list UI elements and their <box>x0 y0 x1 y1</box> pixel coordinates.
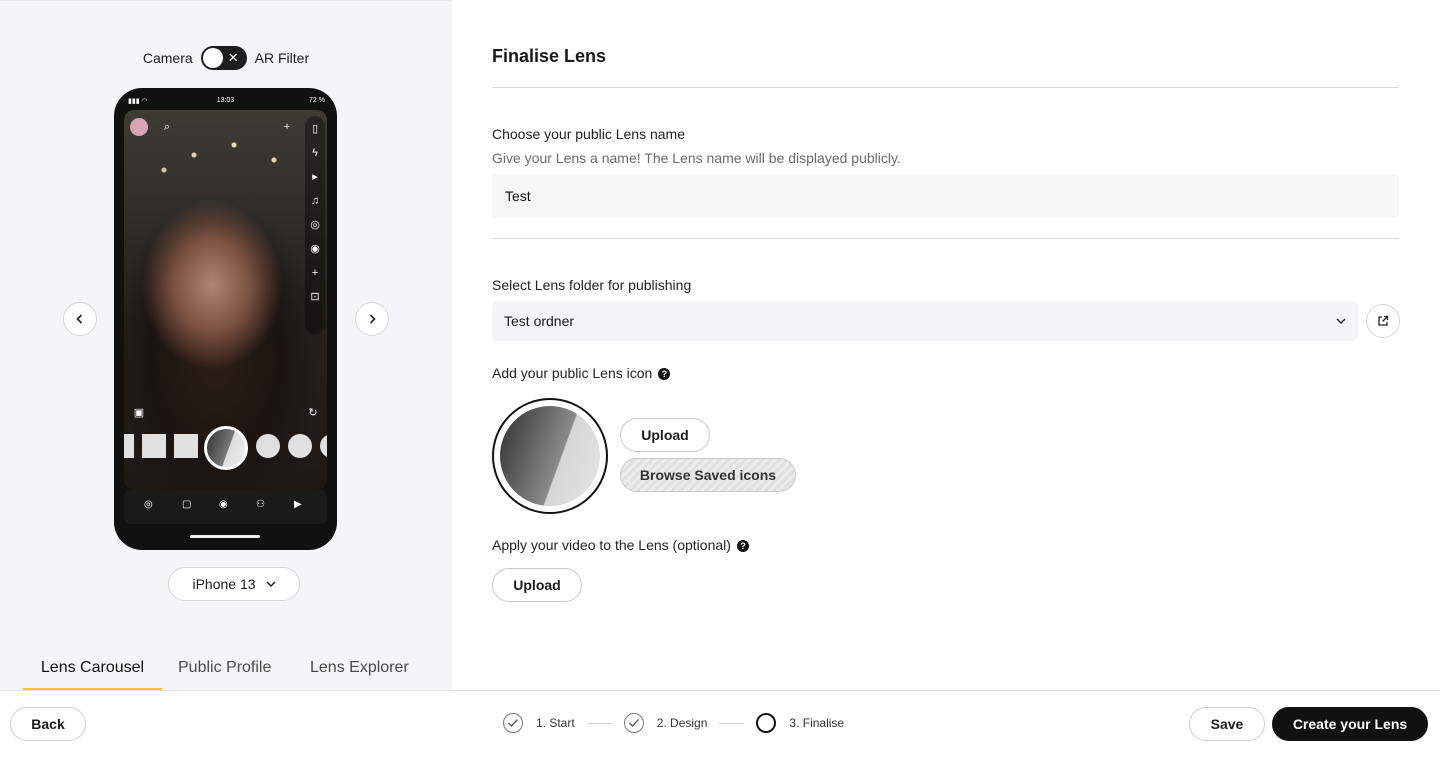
progress-steps: 1. Start 2. Design 3. Finalise <box>503 712 844 734</box>
divider <box>492 87 1399 88</box>
folder-label: Select Lens folder for publishing <box>492 277 692 293</box>
bitmoji-avatar <box>130 118 148 136</box>
status-battery: 72 % <box>309 97 325 104</box>
lens-name-help: Give your Lens a name! The Lens name wil… <box>492 150 901 166</box>
upload-icon-button[interactable]: Upload <box>620 418 710 452</box>
spotlight-icon: ▶ <box>294 499 302 510</box>
question-circle-icon[interactable]: ? <box>658 368 671 380</box>
step-finalise-circle <box>756 713 777 733</box>
device-select[interactable]: iPhone 13 <box>168 567 300 601</box>
step-start-check <box>503 713 523 733</box>
step-label-design: 2. Design <box>656 716 708 730</box>
carousel-item <box>174 434 198 458</box>
add-friend-icon: + <box>283 121 291 133</box>
upload-video-button[interactable]: Upload <box>492 568 582 602</box>
tab-lens-carousel[interactable]: Lens Carousel <box>23 659 162 691</box>
lens-icon: ◉ <box>310 243 320 255</box>
stories-icon: ⚇ <box>256 499 265 510</box>
save-button[interactable]: Save <box>1189 707 1265 741</box>
carousel-item <box>142 434 166 458</box>
preview-tabs: Lens Carousel Public Profile Lens Explor… <box>0 651 452 691</box>
footer-bar: Back 1. Start 2. Design 3. Finalise Save… <box>0 690 1440 766</box>
status-time: 13:03 <box>216 97 235 104</box>
lens-name-label: Choose your public Lens name <box>492 126 686 142</box>
switch-knob <box>202 48 223 68</box>
divider <box>492 238 1399 239</box>
camera-tools-bar: ▯ ϟ ▸ ♫ ◎ ◉ + ⊡ <box>305 116 325 334</box>
phone-bottom-nav: ◎ ▢ ◉ ⚇ ▶ <box>124 490 327 524</box>
dual-camera-icon: ◎ <box>310 219 320 231</box>
tab-lens-explorer[interactable]: Lens Explorer <box>310 659 409 691</box>
carousel-item <box>256 434 280 458</box>
check-icon <box>628 719 639 727</box>
music-icon: ♫ <box>310 195 320 207</box>
camera-view: ⌕ + ▯ ϟ ▸ ♫ ◎ ◉ + ⊡ ▣ ↻ <box>124 110 327 490</box>
close-icon: ✕ <box>227 50 239 65</box>
video-label-text: Apply your video to the Lens (optional) <box>492 537 731 553</box>
tab-public-profile[interactable]: Public Profile <box>178 659 271 691</box>
camera-icon: ◉ <box>219 499 228 510</box>
device-label: iPhone 13 <box>192 576 256 592</box>
preview-panel: Camera ✕ AR Filter ▮▮▮ ◠ 13:03 72 % ⌕ + … <box>0 0 452 691</box>
folder-select[interactable]: Test ordner <box>492 301 1358 341</box>
check-icon <box>508 719 518 727</box>
chevron-down-icon <box>1336 318 1346 325</box>
flip-camera-icon: ▯ <box>311 123 319 135</box>
phone-preview: ▮▮▮ ◠ 13:03 72 % ⌕ + ▯ ϟ ▸ ♫ ◎ ◉ + ⊡ ▣ ↻ <box>114 88 337 550</box>
lens-icon-preview <box>492 398 608 514</box>
back-button[interactable]: Back <box>10 707 86 741</box>
step-connector <box>586 722 612 724</box>
plus-icon: + <box>311 267 319 279</box>
chat-icon: ▢ <box>182 499 192 510</box>
video-label: Apply your video to the Lens (optional)? <box>492 537 749 553</box>
chevron-left-icon <box>76 314 83 324</box>
prev-device-button[interactable] <box>63 302 97 336</box>
create-lens-button[interactable]: Create your Lens <box>1272 707 1428 741</box>
mode-switch[interactable]: ✕ <box>200 46 247 70</box>
camera-ar-toggle: Camera ✕ AR Filter <box>0 46 452 70</box>
memories-icon: ▣ <box>133 407 145 419</box>
lens-name-input[interactable]: Test <box>492 174 1399 218</box>
browse-saved-icons-button[interactable]: Browse Saved icons <box>620 458 796 492</box>
carousel-item <box>288 434 312 458</box>
active-lens <box>204 426 248 470</box>
video-icon: ▸ <box>312 171 318 183</box>
step-label-finalise: 3. Finalise <box>789 716 845 730</box>
lens-icon-image <box>500 406 600 506</box>
home-indicator <box>190 535 260 538</box>
step-design-check <box>623 713 644 733</box>
search-icon: ⌕ <box>163 121 171 133</box>
lens-icon-label: Add your public Lens icon? <box>492 365 671 381</box>
page-title: Finalise Lens <box>492 46 607 66</box>
step-label-start: 1. Start <box>536 716 575 730</box>
refresh-icon: ↻ <box>308 407 318 419</box>
next-device-button[interactable] <box>355 302 389 336</box>
carousel-item <box>124 434 134 458</box>
lens-icon-label-text: Add your public Lens icon <box>492 365 653 381</box>
toggle-label-camera: Camera <box>142 50 193 66</box>
step-connector <box>719 722 745 724</box>
carousel-item <box>320 434 327 458</box>
phone-status-bar: ▮▮▮ ◠ 13:03 72 % <box>114 97 337 109</box>
flash-icon: ϟ <box>312 147 318 159</box>
map-icon: ◎ <box>144 499 153 510</box>
open-folder-button[interactable] <box>1366 304 1400 338</box>
folder-value: Test ordner <box>504 313 575 329</box>
toggle-label-ar-filter: AR Filter <box>254 50 310 66</box>
scan-icon: ⊡ <box>310 291 320 303</box>
chevron-down-icon <box>266 581 276 588</box>
chevron-right-icon <box>369 314 376 324</box>
external-link-icon <box>1378 315 1389 326</box>
question-circle-icon[interactable]: ? <box>736 540 749 552</box>
